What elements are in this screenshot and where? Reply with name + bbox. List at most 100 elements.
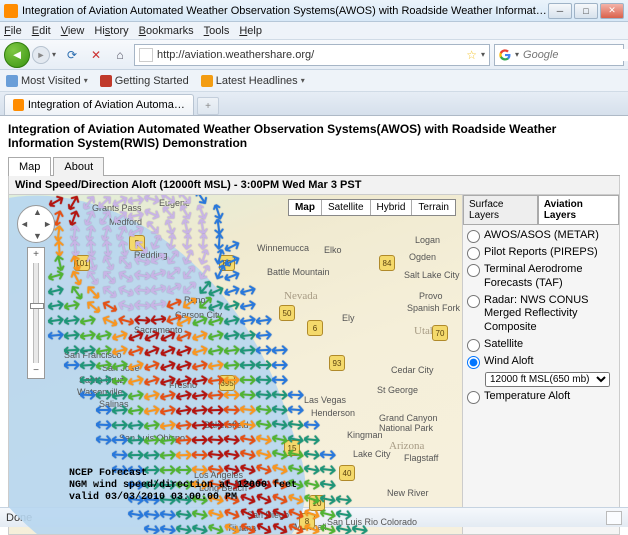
radio-taf[interactable] (467, 264, 480, 277)
wind-arrow (351, 523, 374, 534)
menubar: File Edit View History Bookmarks Tools H… (0, 22, 628, 40)
page-icon (139, 48, 153, 62)
app-tabs: Map About (8, 156, 620, 176)
pan-up-icon[interactable]: ▲ (33, 207, 42, 217)
wind-arrow (288, 404, 311, 416)
zoom-in-icon[interactable]: + (33, 249, 39, 261)
minimize-button[interactable]: ─ (548, 3, 572, 19)
wind-arrow (256, 329, 279, 341)
url-input[interactable] (157, 49, 462, 61)
back-button[interactable]: ◄ (4, 42, 30, 68)
layer-list: AWOS/ASOS (METAR) Pilot Reports (PIREPS)… (463, 225, 619, 411)
search-bar[interactable]: ▾ (494, 44, 624, 66)
tab-strip: Integration of Aviation Automated ... + (0, 92, 628, 116)
bookmark-latest-headlines[interactable]: Latest Headlines▾ (201, 75, 305, 87)
bookmarks-toolbar: Most Visited▾ Getting Started Latest Hea… (0, 70, 628, 92)
label-satellite: Satellite (484, 338, 615, 352)
home-button[interactable]: ⌂ (110, 45, 130, 65)
forward-button[interactable]: ► (32, 46, 50, 64)
menu-history[interactable]: History (94, 25, 128, 37)
main-area: ▲ ▼ ◄ ► + − Map Satellite Hybrid Terrain (8, 195, 620, 535)
getting-started-icon (100, 75, 112, 87)
pan-down-icon[interactable]: ▼ (33, 231, 42, 241)
radio-radar[interactable] (467, 295, 480, 308)
tab-map[interactable]: Map (8, 157, 51, 176)
wind-arrow (255, 314, 278, 327)
tab-surface-layers[interactable]: Surface Layers (463, 195, 538, 224)
radio-awos[interactable] (467, 230, 480, 243)
map-type-control: Map Satellite Hybrid Terrain (288, 199, 456, 216)
menu-tools[interactable]: Tools (204, 25, 230, 37)
rss-icon (201, 75, 213, 87)
label-temp-aloft: Temperature Aloft (484, 390, 615, 404)
page-title: Integration of Aviation Automated Weathe… (8, 122, 620, 150)
map-zoom-control: ▲ ▼ ◄ ► + − (17, 205, 55, 379)
maptype-terrain[interactable]: Terrain (411, 200, 455, 215)
page-content: Integration of Aviation Automated Weathe… (0, 116, 628, 521)
bookmark-getting-started[interactable]: Getting Started (100, 75, 189, 87)
pan-right-icon[interactable]: ► (43, 219, 52, 229)
pan-left-icon[interactable]: ◄ (20, 219, 29, 229)
zoom-slider[interactable]: + − (27, 247, 45, 379)
menu-view[interactable]: View (61, 25, 85, 37)
radio-pirep[interactable] (467, 247, 480, 260)
maptype-hybrid[interactable]: Hybrid (370, 200, 412, 215)
most-visited-icon (6, 75, 18, 87)
forecast-text: NCEP Forecast NGM wind speed/direction a… (69, 468, 297, 504)
wind-arrow (304, 434, 327, 446)
label-taf: Terminal Aerodrome Forecasts (TAF) (484, 263, 615, 291)
bookmark-most-visited[interactable]: Most Visited▾ (6, 75, 88, 87)
firefox-icon (4, 4, 18, 18)
new-tab-button[interactable]: + (197, 97, 219, 115)
tab-about[interactable]: About (53, 157, 104, 176)
pan-control[interactable]: ▲ ▼ ◄ ► (17, 205, 55, 243)
url-bar[interactable]: ☆ ▾ (134, 44, 490, 66)
zoom-thumb[interactable] (30, 303, 44, 309)
wind-arrow (288, 390, 310, 401)
layers-panel: Surface Layers Aviation Layers AWOS/ASOS… (462, 195, 619, 534)
label-radar: Radar: NWS CONUS Merged Reflectivity Com… (484, 294, 615, 335)
menu-edit[interactable]: Edit (32, 25, 51, 37)
wind-arrow (304, 419, 326, 430)
browser-tab-active[interactable]: Integration of Aviation Automated ... (4, 94, 194, 115)
forecast-line3: valid 03/03/2010 03:00:00 PM (69, 492, 297, 504)
history-dropdown[interactable]: ▾ (50, 50, 58, 59)
wind-arrow (272, 375, 294, 386)
maptype-map[interactable]: Map (289, 200, 321, 215)
url-dropdown[interactable]: ▾ (481, 50, 485, 59)
security-zone-icon (606, 511, 622, 525)
menu-bookmarks[interactable]: Bookmarks (139, 25, 194, 37)
wind-arrow (272, 344, 295, 355)
map-canvas[interactable]: ▲ ▼ ◄ ► + − Map Satellite Hybrid Terrain (9, 195, 462, 534)
tab-favicon (13, 99, 24, 111)
reload-button[interactable]: ⟳ (62, 45, 82, 65)
label-pirep: Pilot Reports (PIREPS) (484, 246, 615, 260)
nav-toolbar: ◄ ► ▾ ⟳ ✕ ⌂ ☆ ▾ ▾ (0, 40, 628, 70)
google-icon (499, 48, 511, 62)
stop-button[interactable]: ✕ (86, 45, 106, 65)
window-titlebar: Integration of Aviation Automated Weathe… (0, 0, 628, 22)
window-title: Integration of Aviation Automated Weathe… (22, 5, 548, 17)
radio-wind-aloft[interactable] (467, 356, 480, 369)
menu-file[interactable]: File (4, 25, 22, 37)
radio-temp-aloft[interactable] (467, 391, 480, 404)
forecast-line1: NCEP Forecast (69, 468, 297, 480)
menu-help[interactable]: Help (239, 25, 262, 37)
radio-satellite[interactable] (467, 339, 480, 352)
forecast-line2: NGM wind speed/direction at 12000 feet (69, 480, 297, 492)
search-input[interactable] (523, 49, 628, 61)
wind-arrow (320, 449, 343, 460)
zoom-track[interactable] (33, 263, 39, 363)
select-wind-level[interactable]: 12000 ft MSL(650 mb) (485, 372, 610, 387)
tab-aviation-layers[interactable]: Aviation Layers (538, 195, 619, 224)
tab-label: Integration of Aviation Automated ... (28, 99, 185, 111)
bookmark-star-icon[interactable]: ☆ (466, 48, 477, 62)
maximize-button[interactable]: □ (574, 3, 598, 19)
layer-tabs: Surface Layers Aviation Layers (463, 195, 619, 225)
wind-arrow (272, 360, 294, 370)
maptype-satellite[interactable]: Satellite (321, 200, 370, 215)
close-button[interactable]: ✕ (600, 3, 624, 19)
map-subheader: Wind Speed/Direction Aloft (12000ft MSL)… (8, 176, 620, 195)
label-wind-aloft: Wind Aloft (484, 355, 615, 369)
zoom-out-icon[interactable]: − (33, 365, 39, 377)
